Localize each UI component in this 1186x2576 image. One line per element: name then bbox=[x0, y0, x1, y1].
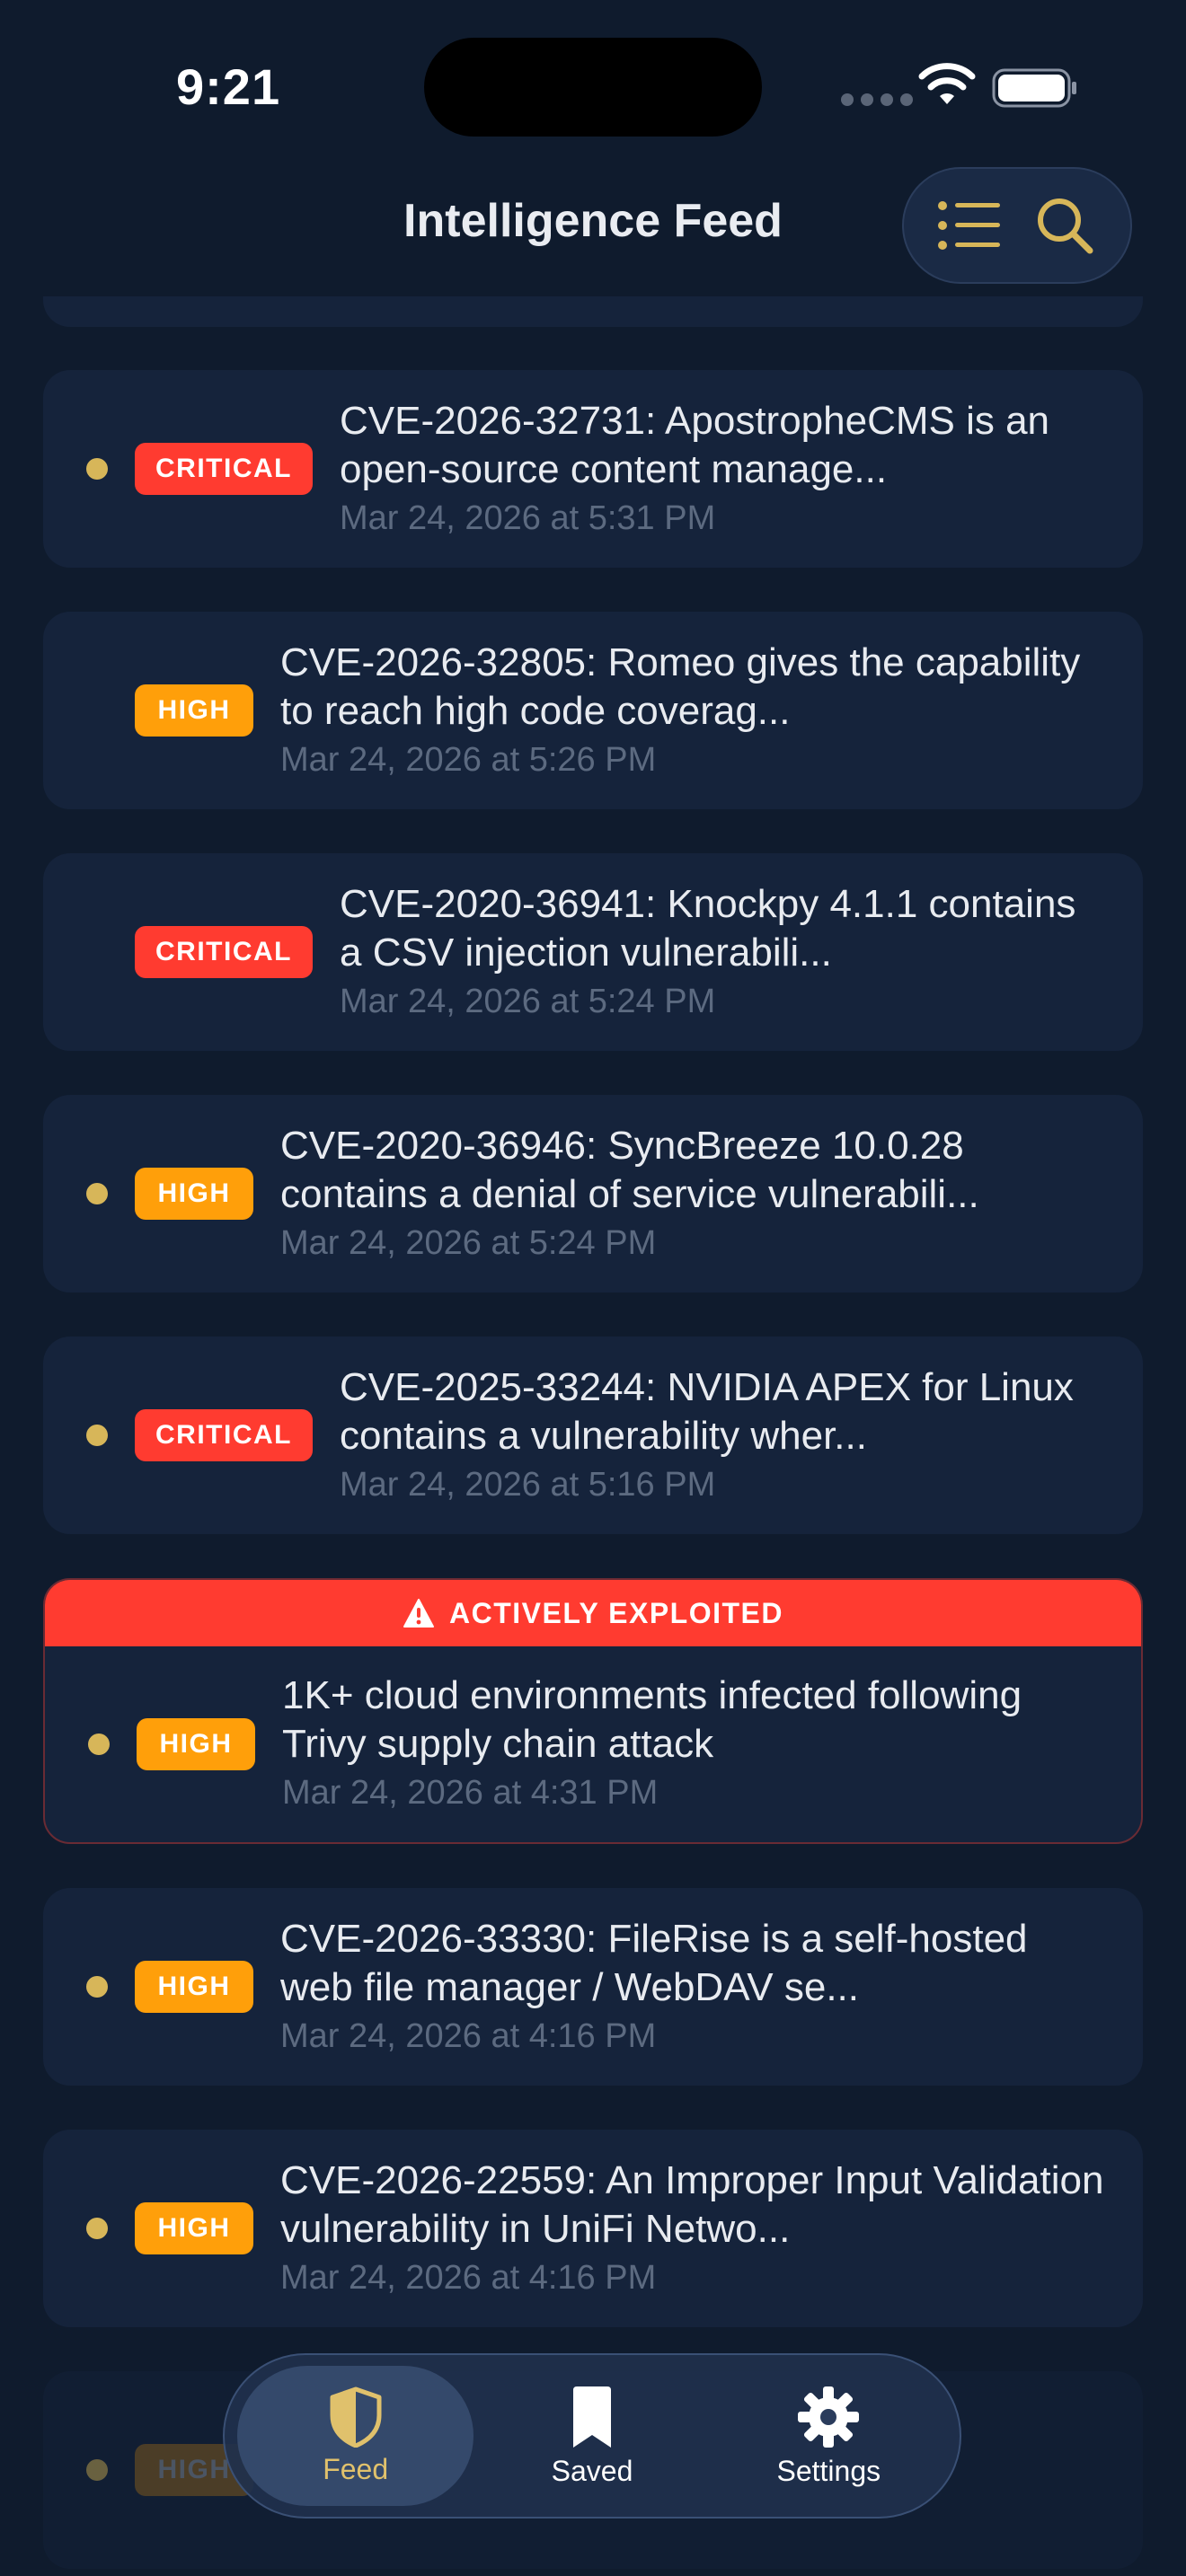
unread-indicator bbox=[86, 1976, 108, 1998]
warning-icon bbox=[403, 1599, 435, 1628]
severity-badge: HIGH bbox=[135, 1168, 253, 1220]
severity-badge: HIGH bbox=[135, 1961, 253, 2013]
tab-bar: Feed Saved Settings bbox=[223, 2353, 961, 2519]
feed-card[interactable]: HIGH CVE-2026-22559: An Improper Input V… bbox=[43, 2130, 1143, 2327]
card-title: CVE-2026-32731: ApostropheCMS is an open… bbox=[340, 399, 1050, 491]
card-title: CVE-2026-33330: FileRise is a self-hoste… bbox=[280, 1917, 1028, 2009]
card-date: Mar 24, 2026 at 5:24 PM bbox=[340, 983, 716, 1020]
gear-icon bbox=[798, 2386, 860, 2448]
feed-list[interactable]: CRITICAL CVE-2026-32731: ApostropheCMS i… bbox=[43, 370, 1143, 2576]
unread-indicator bbox=[86, 1183, 108, 1204]
nav-actions bbox=[902, 167, 1132, 284]
feed-card[interactable]: HIGH CVE-2020-36946: SyncBreeze 10.0.28 … bbox=[43, 1095, 1143, 1292]
tab-saved[interactable]: Saved bbox=[474, 2366, 710, 2506]
tab-label: Feed bbox=[323, 2452, 389, 2485]
unread-indicator bbox=[86, 458, 108, 480]
severity-badge: CRITICAL bbox=[135, 1409, 313, 1461]
card-date: Mar 24, 2026 at 5:31 PM bbox=[340, 499, 716, 537]
exploited-label: ACTIVELY EXPLOITED bbox=[449, 1596, 783, 1629]
card-title: 1K+ cloud environments infected followin… bbox=[282, 1673, 1022, 1766]
previous-card-edge bbox=[43, 296, 1143, 327]
unread-indicator bbox=[86, 1425, 108, 1446]
feed-card[interactable]: HIGH CVE-2026-32805: Romeo gives the cap… bbox=[43, 612, 1143, 809]
dynamic-island bbox=[424, 38, 762, 137]
tab-label: Settings bbox=[776, 2454, 881, 2487]
wifi-icon bbox=[918, 63, 976, 104]
severity-badge: CRITICAL bbox=[135, 443, 313, 495]
feed-card-exploited[interactable]: ACTIVELY EXPLOITED HIGH 1K+ cloud enviro… bbox=[43, 1578, 1143, 1844]
filter-button[interactable] bbox=[929, 185, 1010, 266]
search-button[interactable] bbox=[1024, 185, 1105, 266]
feed-card[interactable]: CRITICAL CVE-2026-32731: ApostropheCMS i… bbox=[43, 370, 1143, 568]
severity-badge: HIGH bbox=[135, 2202, 253, 2254]
card-date: Mar 24, 2026 at 5:26 PM bbox=[280, 741, 657, 779]
card-date: Mar 24, 2026 at 4:16 PM bbox=[280, 2259, 657, 2297]
tab-feed[interactable]: Feed bbox=[237, 2366, 474, 2506]
card-date: Mar 24, 2026 at 5:16 PM bbox=[340, 1466, 716, 1504]
severity-badge: HIGH bbox=[135, 684, 253, 737]
feed-card[interactable]: CRITICAL CVE-2025-33244: NVIDIA APEX for… bbox=[43, 1337, 1143, 1534]
cellular-signal-icon bbox=[841, 93, 913, 106]
unread-indicator bbox=[86, 2218, 108, 2239]
card-date: Mar 24, 2026 at 4:31 PM bbox=[282, 1774, 659, 1812]
card-title: CVE-2026-32805: Romeo gives the capabili… bbox=[280, 640, 1081, 733]
card-title: CVE-2026-22559: An Improper Input Valida… bbox=[280, 2158, 1104, 2251]
severity-badge: HIGH bbox=[137, 1718, 255, 1770]
exploited-banner: ACTIVELY EXPLOITED bbox=[45, 1580, 1141, 1646]
feed-card[interactable]: CRITICAL CVE-2020-36941: Knockpy 4.1.1 c… bbox=[43, 853, 1143, 1051]
unread-indicator bbox=[86, 2459, 108, 2481]
search-icon bbox=[1038, 198, 1093, 254]
card-title: CVE-2020-36941: Knockpy 4.1.1 contains a… bbox=[340, 882, 1076, 975]
feed-card[interactable]: HIGH CVE-2026-33330: FileRise is a self-… bbox=[43, 1888, 1143, 2086]
list-icon bbox=[938, 201, 1000, 250]
app-screen: 9:21 Intelligence Feed CRITICAL CVE-2026… bbox=[0, 0, 1186, 2576]
tab-label: Saved bbox=[551, 2454, 633, 2487]
card-title: CVE-2020-36946: SyncBreeze 10.0.28 conta… bbox=[280, 1124, 979, 1216]
unread-indicator bbox=[88, 1734, 110, 1755]
status-bar: 9:21 bbox=[0, 0, 1186, 180]
card-date: Mar 24, 2026 at 5:24 PM bbox=[280, 1224, 657, 1262]
card-title: CVE-2025-33244: NVIDIA APEX for Linux co… bbox=[340, 1365, 1074, 1458]
battery-icon bbox=[992, 68, 1076, 108]
shield-icon bbox=[330, 2386, 382, 2448]
bookmark-icon bbox=[572, 2386, 611, 2448]
severity-badge: CRITICAL bbox=[135, 926, 313, 978]
status-time: 9:21 bbox=[176, 58, 281, 115]
card-date: Mar 24, 2026 at 4:16 PM bbox=[280, 2017, 657, 2055]
tab-settings[interactable]: Settings bbox=[711, 2366, 947, 2506]
